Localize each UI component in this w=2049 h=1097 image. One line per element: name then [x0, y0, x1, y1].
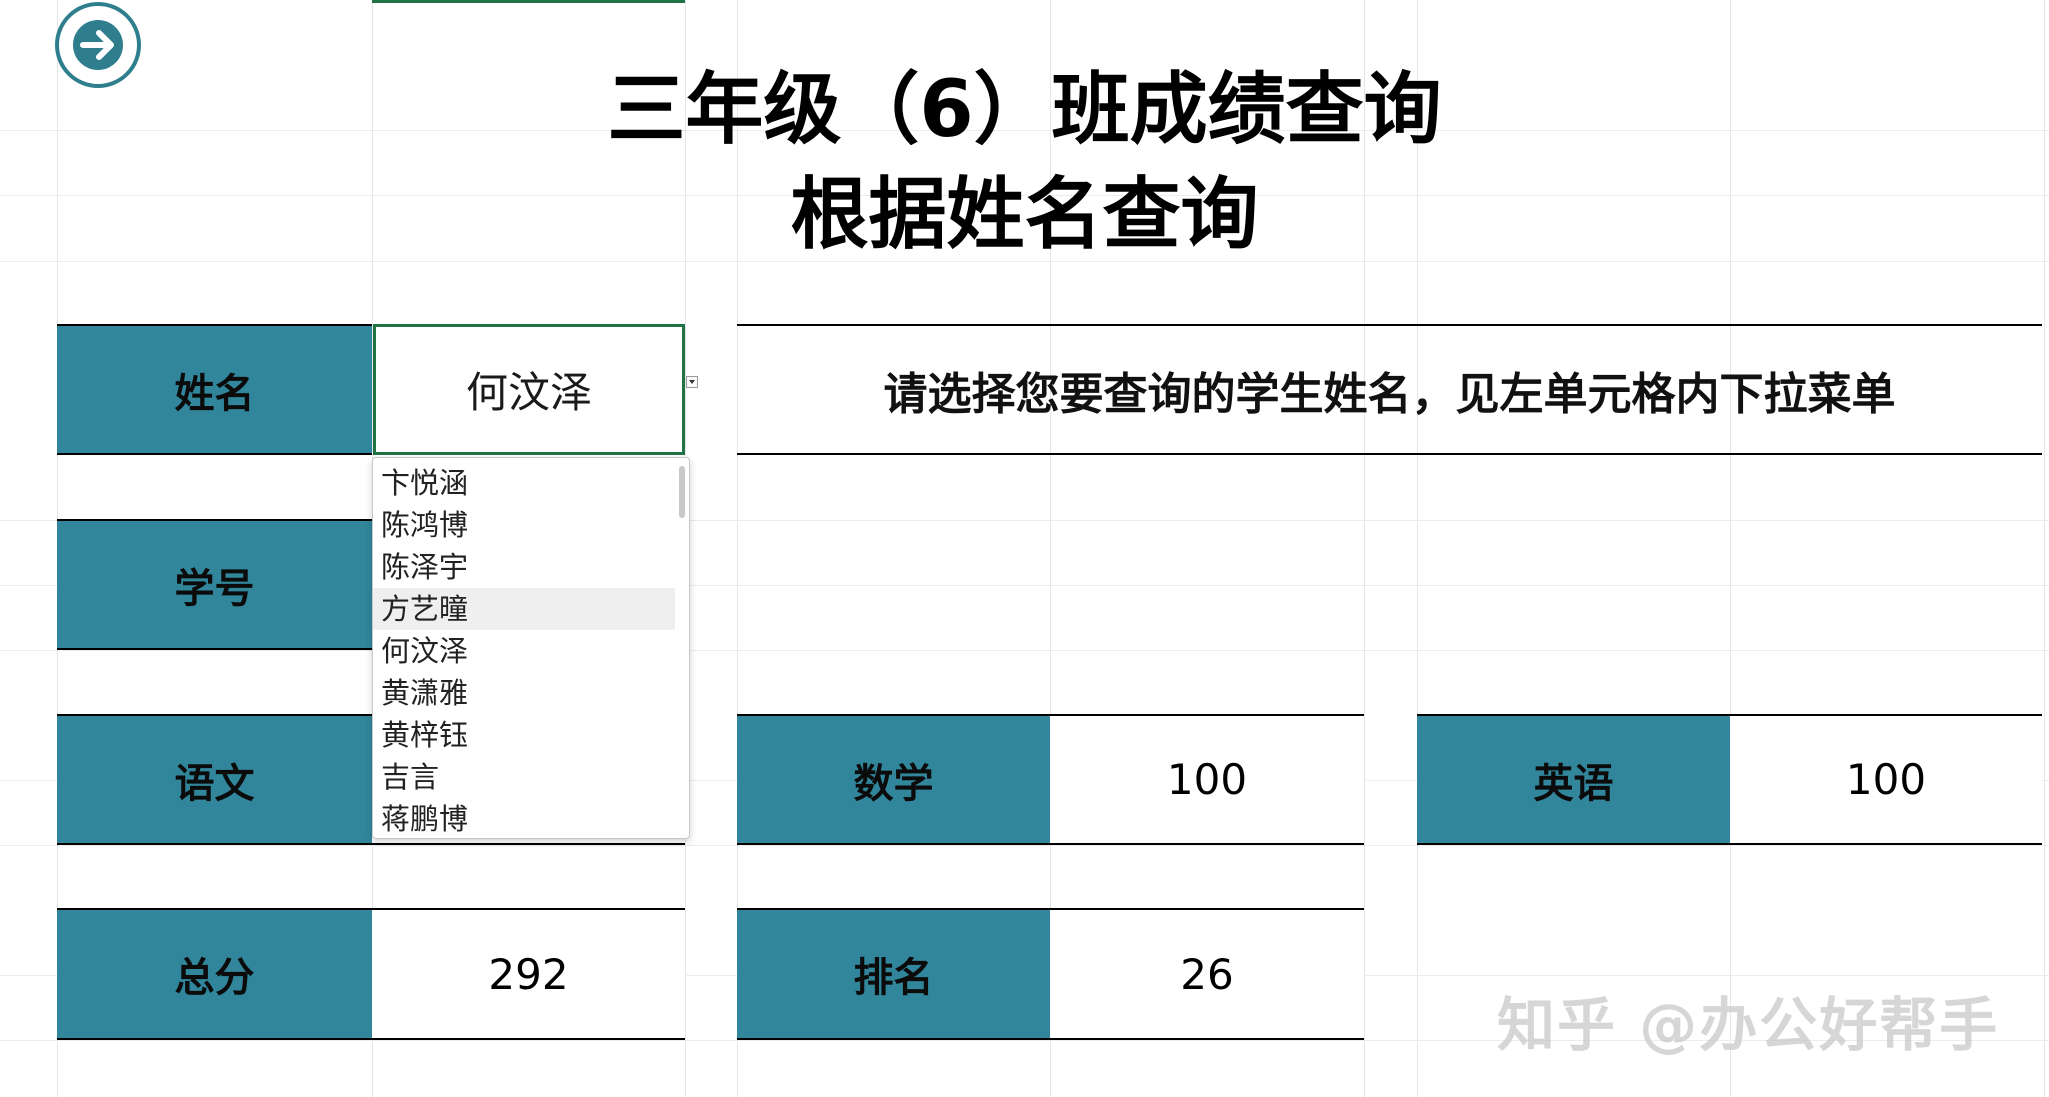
selected-column-indicator — [372, 0, 685, 3]
english-label: 英语 — [1417, 714, 1730, 845]
math-value[interactable]: 100 — [1050, 714, 1364, 845]
english-value[interactable]: 100 — [1730, 714, 2042, 845]
dropdown-option[interactable]: 卞悦涵 — [373, 462, 675, 504]
total-value[interactable]: 292 — [372, 908, 685, 1040]
chinese-label: 语文 — [57, 714, 372, 845]
dropdown-option[interactable]: 何汶泽 — [373, 630, 675, 672]
dropdown-option[interactable]: 黄潇雅 — [373, 672, 675, 714]
student-id-label: 学号 — [57, 519, 372, 650]
rank-label: 排名 — [737, 908, 1050, 1040]
dropdown-option[interactable]: 陈泽宇 — [373, 546, 675, 588]
dropdown-option-highlighted[interactable]: 方艺曈 — [373, 588, 675, 630]
dropdown-arrow-icon[interactable] — [686, 376, 698, 388]
dropdown-option[interactable]: 黄梓钰 — [373, 714, 675, 756]
dropdown-option[interactable]: 蒋鹏博 — [373, 798, 675, 838]
page-title: 三年级（6）班成绩查询 — [607, 65, 1442, 155]
dropdown-scrollbar[interactable] — [679, 466, 685, 518]
dropdown-option[interactable]: 吉言 — [373, 756, 675, 798]
name-label: 姓名 — [57, 324, 372, 455]
total-label: 总分 — [57, 908, 372, 1040]
watermark: 知乎 @办公好帮手 — [1497, 991, 2000, 1059]
math-label: 数学 — [737, 714, 1050, 845]
page-subtitle: 根据姓名查询 — [790, 170, 1259, 260]
name-select-cell[interactable]: 何汶泽 — [373, 324, 685, 455]
name-dropdown-list[interactable]: 卞悦涵 陈鸿博 陈泽宇 方艺曈 何汶泽 黄潇雅 黄梓钰 吉言 蒋鹏博 — [372, 457, 690, 839]
instruction-text: 请选择您要查询的学生姓名，见左单元格内下拉菜单 — [737, 324, 2042, 455]
dropdown-option[interactable]: 陈鸿博 — [373, 504, 675, 546]
rank-value[interactable]: 26 — [1050, 908, 1364, 1040]
